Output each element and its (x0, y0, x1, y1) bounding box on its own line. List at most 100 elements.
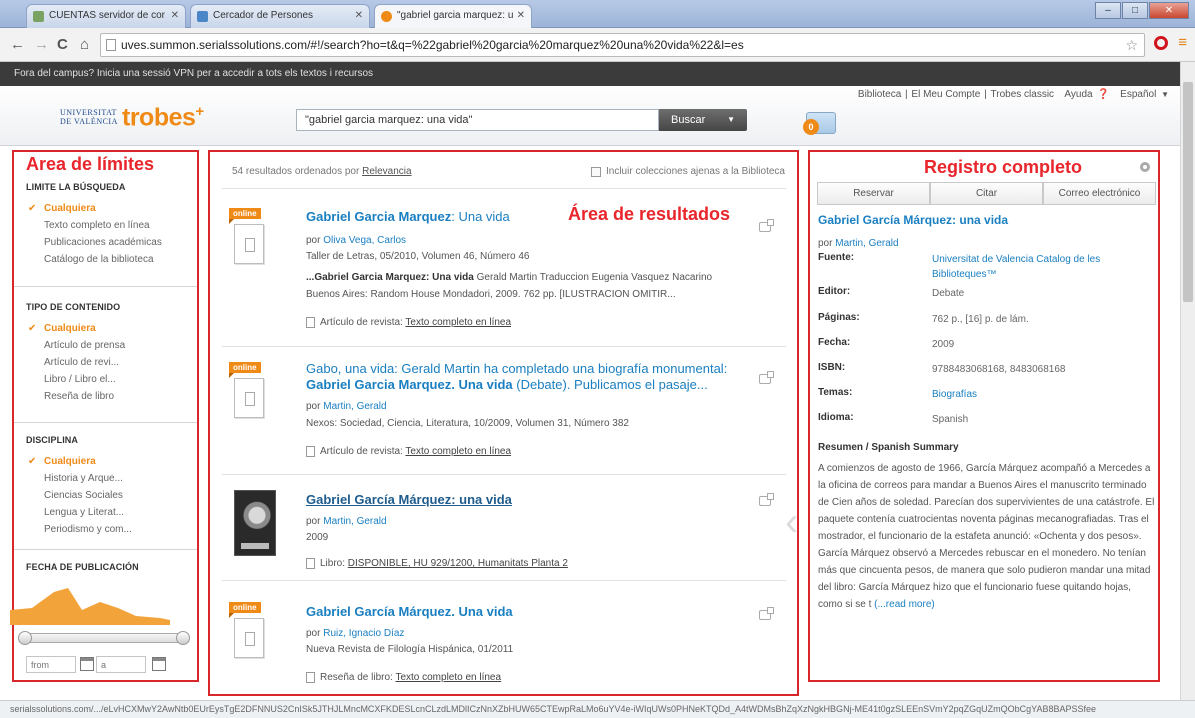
page-scrollbar[interactable] (1180, 62, 1195, 702)
close-icon[interactable]: ✕ (517, 5, 525, 27)
record-title[interactable]: Gabriel García Márquez: una vida (818, 213, 1008, 227)
bookmark-star-icon[interactable]: ☆ (1125, 34, 1138, 56)
author-link[interactable]: Oliva Vega, Carlos (323, 235, 406, 246)
cite-button[interactable]: Citar (930, 182, 1043, 205)
reload-icon[interactable]: C (57, 36, 68, 53)
results-count: 54 resultados ordenados por (232, 166, 360, 177)
availability-link[interactable]: DISPONIBLE, HU 929/1200, Humanitats Plan… (348, 558, 568, 569)
source-link[interactable]: Universitat de Valencia Catalog de les B… (932, 252, 1152, 282)
link-ayuda[interactable]: Ayuda (1064, 89, 1092, 100)
facet-option-history[interactable]: Historia y Arque... (26, 470, 194, 487)
facet-option-journal[interactable]: Artículo de revi... (26, 354, 194, 371)
date-from-input[interactable] (26, 656, 76, 673)
date-range-slider[interactable] (18, 631, 190, 645)
sort-selector[interactable]: Relevancia (362, 166, 411, 177)
caret-down-icon[interactable]: ▼ (1161, 90, 1169, 99)
field-value: 2009 (932, 339, 955, 350)
facet-option-fulltext[interactable]: Texto completo en línea (26, 217, 194, 234)
include-external-checkbox[interactable]: Incluir colecciones ajenas a la Bibliote… (591, 166, 785, 177)
format-label: Reseña de libro: (320, 672, 393, 683)
result-snippet: ...Gabriel Garcia Marquez: Una vida Gera… (306, 269, 736, 303)
title-rest: : Una vida (451, 209, 510, 224)
search-button[interactable]: Buscar ▼ (659, 109, 747, 131)
result-title[interactable]: Gabriel García Márquez: una vida (306, 492, 737, 508)
facet-option-social-sciences[interactable]: Ciencias Sociales (26, 487, 194, 504)
maximize-icon[interactable]: □ (1122, 2, 1148, 19)
author-link[interactable]: Ruiz, Ignacio Díaz (323, 628, 404, 639)
facet-heading: FECHA DE PUBLICACIÓN (26, 562, 139, 572)
subject-link[interactable]: Biografías (932, 387, 1152, 402)
slider-handle-start[interactable] (18, 631, 32, 645)
opera-icon[interactable] (1154, 36, 1169, 50)
reserve-button[interactable]: Reservar (817, 182, 930, 205)
save-to-folder-icon[interactable] (759, 607, 774, 620)
result-source: Taller de Letras, 05/2010, Volumen 46, N… (306, 251, 530, 262)
gear-icon[interactable] (1140, 162, 1150, 172)
checkbox-icon[interactable] (591, 167, 601, 177)
region-title-limits: Area de límites (26, 154, 155, 174)
facet-option-catalog[interactable]: Catálogo de la biblioteca (26, 251, 194, 268)
result-title[interactable]: Gabo, una vida: Gerald Martin ha complet… (306, 361, 737, 393)
title-highlight: Gabriel García Márquez. Una vida (306, 604, 513, 619)
university-logo[interactable]: UNIVERSITAT DE VALÈNCIA (60, 108, 118, 126)
facet-option-book[interactable]: Libro / Libro el... (26, 371, 194, 388)
close-icon[interactable]: ✕ (355, 5, 363, 27)
close-icon[interactable]: ✕ (171, 5, 179, 27)
trobes-icon (381, 11, 392, 22)
saved-items-folder-icon[interactable]: 0 (803, 112, 836, 135)
author-link[interactable]: Martin, Gerald (835, 238, 898, 249)
menu-icon[interactable]: ≡ (1178, 35, 1187, 50)
facet-option-journalism[interactable]: Periodismo y com... (26, 521, 194, 538)
browser-tab-active[interactable]: "gabriel garcia marquez: u ✕ (374, 4, 532, 29)
browser-tab-cercador[interactable]: Cercador de Persones ✕ (190, 4, 370, 28)
results-panel: 54 resultados ordenados por Relevancia I… (208, 150, 799, 696)
fulltext-link[interactable]: Texto completo en línea (405, 446, 511, 457)
trobes-logo[interactable]: trobes+ (122, 103, 204, 132)
scrollbar-thumb[interactable] (1183, 82, 1193, 302)
facet-option-academic[interactable]: Publicaciones académicas (26, 234, 194, 251)
window-close-icon[interactable]: ✕ (1149, 2, 1189, 19)
calendar-icon[interactable] (152, 657, 166, 671)
facet-option-language[interactable]: Lengua y Literat... (26, 504, 194, 521)
link-mi-cuenta[interactable]: El Meu Compte (911, 89, 980, 100)
facet-option-review[interactable]: Reseña de libro (26, 388, 194, 405)
language-selector[interactable]: Español (1120, 89, 1156, 100)
result-authors: por Oliva Vega, Carlos (306, 235, 406, 246)
caret-down-icon[interactable]: ▼ (727, 109, 735, 131)
link-trobes-classic[interactable]: Trobes classic (991, 89, 1055, 100)
save-to-folder-icon[interactable] (759, 219, 774, 232)
date-to-input[interactable] (96, 656, 146, 673)
back-arrow-icon[interactable]: ← (10, 36, 25, 53)
book-cover-thumbnail[interactable] (234, 490, 276, 556)
search-input[interactable] (296, 109, 659, 131)
browser-tab-cuentas[interactable]: CUENTAS servidor de cor ✕ (26, 4, 186, 28)
status-url: serialssolutions.com/.../eLvHCXMwY2AwNtb… (10, 704, 1097, 714)
address-bar[interactable]: uves.summon.serialssolutions.com/#!/sear… (100, 33, 1145, 57)
fulltext-link[interactable]: Texto completo en línea (405, 317, 511, 328)
author-link[interactable]: Martin, Gerald (323, 516, 386, 527)
facet-option-newspaper[interactable]: Artículo de prensa (26, 337, 194, 354)
email-button[interactable]: Correo electrónico (1043, 182, 1156, 205)
forward-arrow-icon[interactable]: → (34, 36, 49, 53)
save-to-folder-icon[interactable] (759, 493, 774, 506)
save-to-folder-icon[interactable] (759, 371, 774, 384)
home-icon[interactable]: ⌂ (80, 36, 89, 53)
fulltext-link[interactable]: Texto completo en línea (395, 672, 501, 683)
minimize-icon[interactable]: – (1095, 2, 1121, 19)
collapse-preview-chevron-icon[interactable]: ‹ (785, 500, 798, 545)
field-label: Editor: (818, 286, 851, 297)
facet-option-any[interactable]: Cualquiera (26, 453, 194, 470)
facet-option-any[interactable]: Cualquiera (26, 320, 194, 337)
read-more-link[interactable]: (...read more) (874, 599, 935, 610)
link-biblioteca[interactable]: Biblioteca (858, 89, 901, 100)
calendar-icon[interactable] (80, 657, 94, 671)
author-link[interactable]: Martin, Gerald (323, 401, 386, 412)
facet-option-any[interactable]: Cualquiera (26, 200, 194, 217)
slider-handle-end[interactable] (176, 631, 190, 645)
vpn-notice-text[interactable]: Fora del campus? Inicia una sessió VPN p… (14, 68, 373, 79)
facet-heading: LIMITE LA BÚSQUEDA (26, 182, 126, 192)
result-format: Reseña de libro: Texto completo en línea (306, 672, 501, 683)
result-title[interactable]: Gabriel García Márquez. Una vida (306, 604, 737, 620)
help-icon[interactable]: ❓ (1097, 89, 1109, 100)
result-title[interactable]: Gabriel Garcia Marquez: Una vida (306, 209, 737, 225)
